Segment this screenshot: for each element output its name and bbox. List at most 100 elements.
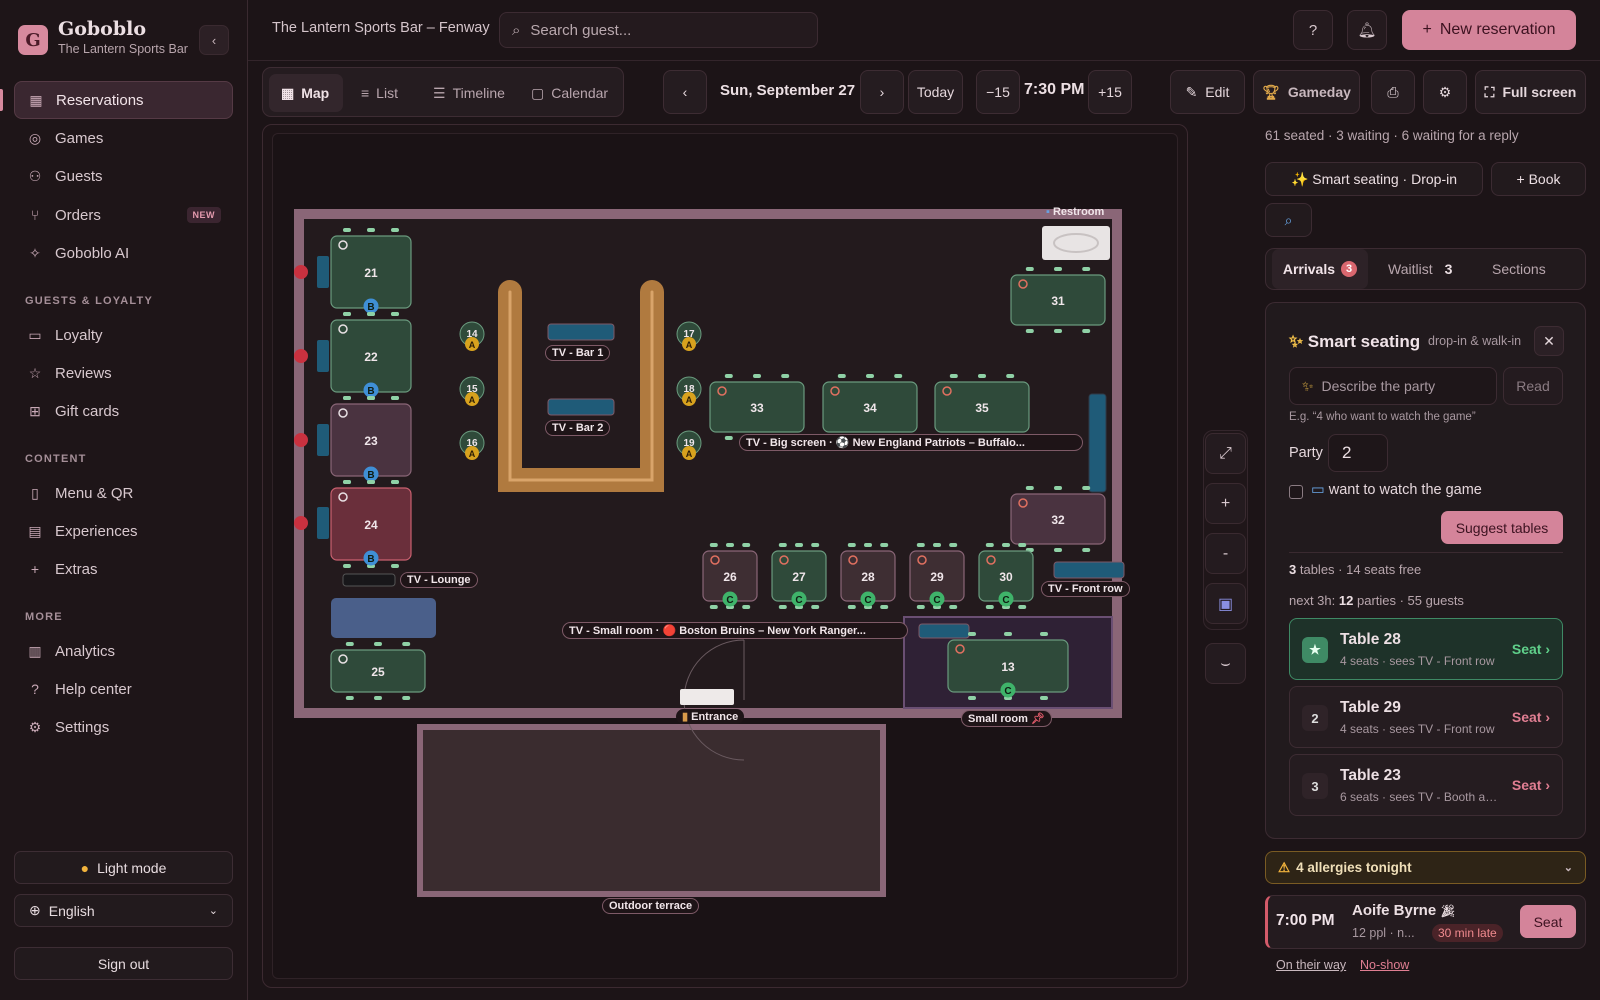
suggestion-sub: 4 seats · sees TV - Front row xyxy=(1340,654,1495,668)
allergies-banner[interactable]: ⚠ 4 allergies tonight ⌄ xyxy=(1265,851,1586,884)
chair xyxy=(847,543,856,547)
on-their-way-link[interactable]: On their way xyxy=(1276,958,1346,972)
smart-title-text: Smart seating xyxy=(1307,332,1421,351)
seat-link[interactable]: Seat › xyxy=(1512,777,1550,793)
chair xyxy=(345,642,354,646)
next-text: parties · 55 guests xyxy=(1356,593,1464,608)
chair xyxy=(343,564,351,568)
suggestion-card[interactable]: ★ Table 28 4 seats · sees TV - Front row… xyxy=(1289,618,1563,680)
chair xyxy=(949,605,958,609)
gameday-button[interactable]: 🏆︎ Gameday xyxy=(1253,70,1360,114)
read-button[interactable]: Read xyxy=(1503,367,1563,405)
chair xyxy=(1054,548,1062,552)
close-smart-button[interactable]: ✕ xyxy=(1534,326,1564,356)
chair xyxy=(811,543,820,547)
save-layout-button[interactable]: ▣ xyxy=(1205,583,1246,624)
seat-link[interactable]: Seat › xyxy=(1512,641,1550,657)
table-number[interactable]: 31 xyxy=(1051,294,1065,308)
new-reservation-label: New reservation xyxy=(1439,21,1556,38)
chair xyxy=(1025,329,1034,333)
chair xyxy=(1054,267,1062,271)
chair xyxy=(742,543,751,547)
collapse-controls-button[interactable]: ⌣ xyxy=(1205,643,1246,684)
help-button[interactable]: ? xyxy=(1293,10,1333,50)
no-show-link[interactable]: No-show xyxy=(1360,958,1409,972)
restroom-label: ▪ Restroom xyxy=(1040,205,1110,219)
chair xyxy=(391,396,399,400)
table-number[interactable]: 27 xyxy=(792,570,806,584)
table-number[interactable]: 29 xyxy=(930,570,944,584)
seat-link[interactable]: Seat › xyxy=(1512,709,1550,725)
zoom-in-button[interactable]: + xyxy=(1205,483,1246,524)
book-button[interactable]: + Book xyxy=(1491,162,1586,196)
tv-big-screen-label: TV - Big screen · ⚽ New England Patriots… xyxy=(739,434,1083,451)
tab-sections[interactable]: Sections xyxy=(1492,249,1572,289)
table-number[interactable]: 32 xyxy=(1051,513,1065,527)
chair xyxy=(1082,548,1091,552)
smart-seating-title: ✨︎ Smart seating xyxy=(1289,332,1420,352)
edit-label: Edit xyxy=(1205,84,1230,100)
small-room-label: Small room 📌︎ xyxy=(961,710,1052,727)
floor-plan-svg: 21 B 22 B 23 B 24 B 25 33 34 35 31 32 26 C 27 C 28 C 29 C 30 C 1… xyxy=(294,209,1125,897)
new-reservation-button[interactable]: + New reservation xyxy=(1402,10,1576,50)
suggestion-card[interactable]: 3 Table 23 6 seats · sees TV - Booth are… xyxy=(1289,754,1563,816)
table-number[interactable]: 13 xyxy=(1001,660,1015,674)
table-number[interactable]: 28 xyxy=(861,570,875,584)
table-number[interactable]: 35 xyxy=(975,401,989,415)
arrivals-count-badge: 3 xyxy=(1341,261,1358,277)
chair xyxy=(1082,267,1091,271)
chair xyxy=(709,605,718,609)
seat-guest-button[interactable]: Seat xyxy=(1520,905,1576,938)
fit-map-button[interactable]: ⤢ xyxy=(1205,433,1246,474)
guest-name: Aoife Byrne 🎉︎ xyxy=(1352,902,1456,919)
read-label: Read xyxy=(1516,378,1550,394)
table-number[interactable]: 34 xyxy=(863,401,877,415)
chair xyxy=(724,374,733,378)
table-number[interactable]: 22 xyxy=(364,350,378,364)
chair xyxy=(1082,329,1091,333)
table-number[interactable]: 21 xyxy=(364,266,378,280)
tab-waitlist[interactable]: Waitlist 3 xyxy=(1388,249,1468,289)
table-number[interactable]: 33 xyxy=(750,401,764,415)
notifications-button[interactable]: 🔔︎ xyxy=(1347,10,1387,50)
restroom-fixture xyxy=(1042,226,1110,260)
chair xyxy=(1004,632,1012,636)
zoom-out-button[interactable]: - xyxy=(1205,533,1246,574)
table-number[interactable]: 24 xyxy=(364,518,378,532)
chair xyxy=(894,374,903,378)
print-button[interactable]: ⎙ xyxy=(1371,70,1415,114)
tab-arrivals[interactable]: Arrivals 3 xyxy=(1272,249,1368,289)
suggestion-card[interactable]: 2 Table 29 4 seats · sees TV - Front row… xyxy=(1289,686,1563,748)
warning-icon: ⚠ xyxy=(1278,859,1291,875)
gameday-label: Gameday xyxy=(1287,84,1351,100)
outdoor-terrace-label: Outdoor terrace xyxy=(602,898,700,914)
settings-button[interactable]: ⚙ xyxy=(1423,70,1467,114)
party-size-input[interactable]: 2 xyxy=(1328,434,1388,472)
section-letter: B xyxy=(367,554,374,565)
summary-text: tables · 14 seats free xyxy=(1299,562,1422,577)
tv-bar2-label: TV - Bar 2 xyxy=(545,420,611,436)
section-letter: C xyxy=(1004,686,1011,697)
chair xyxy=(795,543,803,547)
smart-seating-label: ✨ Smart seating · Drop-in xyxy=(1290,170,1458,187)
suggest-tables-button[interactable]: Suggest tables xyxy=(1441,511,1563,544)
fullscreen-button[interactable]: ⛶ Full screen xyxy=(1475,70,1586,114)
search-icon: ⌕ xyxy=(1284,211,1293,228)
table-number[interactable]: 30 xyxy=(999,570,1013,584)
table-number[interactable]: 25 xyxy=(371,665,385,679)
plus-icon: + xyxy=(1220,494,1231,512)
trophy-icon: 🏆︎ xyxy=(1262,83,1280,100)
small-room-text: Small room xyxy=(968,713,1028,725)
arrival-card[interactable]: 7:00 PM Aoife Byrne 🎉︎ 12 ppl · n... 30 … xyxy=(1265,895,1586,949)
chair xyxy=(1025,267,1034,271)
section-letter: A xyxy=(686,395,693,405)
describe-party-input[interactable]: ✨︎ Describe the party xyxy=(1289,367,1497,405)
smart-seating-dropin-button[interactable]: ✨ Smart seating · Drop-in xyxy=(1265,162,1483,196)
chair xyxy=(866,374,874,378)
search-panel-button[interactable]: ⌕ xyxy=(1265,203,1312,237)
table-number[interactable]: 23 xyxy=(364,434,378,448)
chair xyxy=(367,396,375,400)
table-number[interactable]: 26 xyxy=(723,570,737,584)
watch-game-checkbox[interactable] xyxy=(1289,485,1303,499)
chair xyxy=(343,312,351,316)
